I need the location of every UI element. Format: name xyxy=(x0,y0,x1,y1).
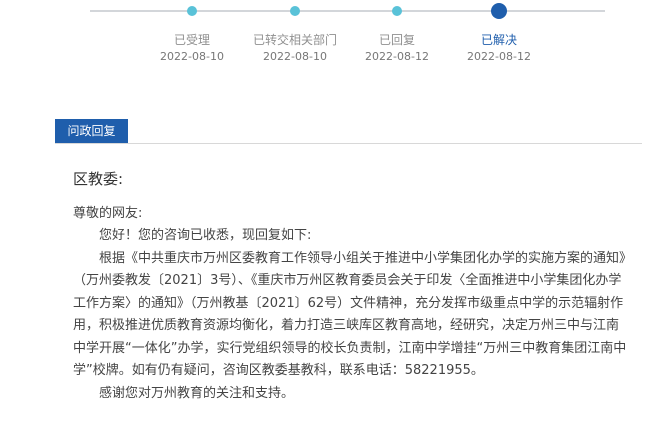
step-dot-accepted xyxy=(187,6,197,16)
reply-paragraph-2: 根据《中共重庆市万州区委教育工作领导小组关于推进中小学集团化办学的实施方案的通知… xyxy=(73,250,627,379)
reply-tab-bar: 问政回复 xyxy=(55,119,642,144)
progress-track xyxy=(90,10,605,12)
step-label-accepted: 已受理 xyxy=(173,33,210,47)
tab-reply[interactable]: 问政回复 xyxy=(55,119,128,143)
step-date-resolved: 2022-08-12 xyxy=(467,50,531,63)
progress-tracker: 已受理 已转交相关部门 已回复 已解决 2022-08-10 2022-08-1… xyxy=(0,0,660,70)
reply-paragraph-3: 感谢您对万州教育的关注和支持。 xyxy=(99,385,295,401)
step-dot-replied xyxy=(392,6,402,16)
reply-header: 区教委: xyxy=(73,164,633,194)
step-dot-transferred xyxy=(290,6,300,16)
step-label-resolved: 已解决 xyxy=(480,33,517,47)
reply-letter: 尊敬的网友: 您好！您的咨询已收悉，现回复如下: 根据《中共重庆市万州区委教育工… xyxy=(73,203,629,405)
reply-addressee: 区教委: xyxy=(73,170,124,188)
reply-paragraph-1: 您好！您的咨询已收悉，现回复如下: xyxy=(99,228,312,243)
step-date-accepted: 2022-08-10 xyxy=(160,50,224,63)
reply-greeting: 尊敬的网友: xyxy=(73,206,143,221)
step-dot-resolved xyxy=(491,3,507,19)
